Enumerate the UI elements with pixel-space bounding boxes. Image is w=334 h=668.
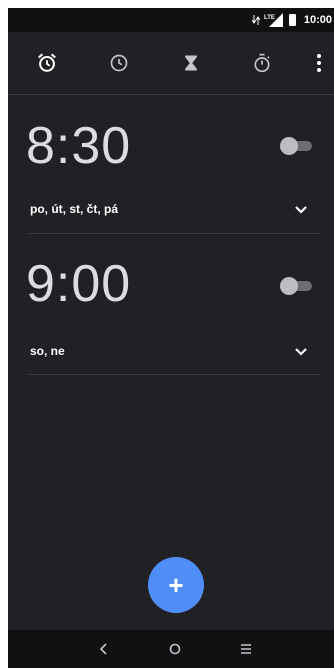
alarm-days: so, ne: [30, 344, 65, 358]
hourglass-icon: [185, 55, 197, 71]
alarm-toggle[interactable]: [280, 277, 314, 295]
tab-divider: [8, 94, 334, 95]
chevron-down-icon[interactable]: [293, 202, 309, 218]
more-vert-icon: [317, 54, 321, 72]
alarm-clock-icon: [38, 53, 56, 72]
back-icon[interactable]: [96, 641, 112, 657]
alarm-time[interactable]: 9:00: [26, 254, 131, 314]
status-bar: LTE 10:00: [8, 8, 334, 32]
lte-signal-icon: LTE: [264, 13, 283, 27]
tab-timer[interactable]: [178, 50, 204, 76]
add-alarm-button[interactable]: +: [148, 557, 204, 613]
tab-bar: [8, 32, 334, 94]
phone-screen: LTE 10:00 8:30 po, út, st, čt, pá 9:00 s…: [8, 8, 334, 668]
add-icon: +: [168, 569, 184, 600]
alarm-separator: [28, 374, 320, 375]
toggle-knob: [280, 277, 298, 295]
navigation-bar: [8, 630, 334, 668]
chevron-down-icon[interactable]: [293, 344, 309, 360]
tab-clock[interactable]: [106, 50, 132, 76]
alarm-days: po, út, st, čt, pá: [30, 202, 119, 216]
data-arrows-icon: [251, 15, 260, 25]
stopwatch-icon: [254, 53, 270, 73]
svg-text:LTE: LTE: [264, 15, 275, 21]
home-icon[interactable]: [167, 641, 183, 657]
overflow-menu-button[interactable]: [306, 50, 332, 76]
battery-icon: [288, 14, 296, 26]
alarm-separator: [28, 233, 320, 234]
clock-icon: [110, 54, 128, 72]
tab-stopwatch[interactable]: [249, 50, 275, 76]
status-time: 10:00: [303, 14, 332, 26]
alarm-time[interactable]: 8:30: [26, 116, 131, 176]
toggle-knob: [280, 137, 298, 155]
tab-alarm[interactable]: [34, 50, 60, 76]
alarm-toggle[interactable]: [280, 137, 314, 155]
recents-icon[interactable]: [238, 641, 254, 657]
